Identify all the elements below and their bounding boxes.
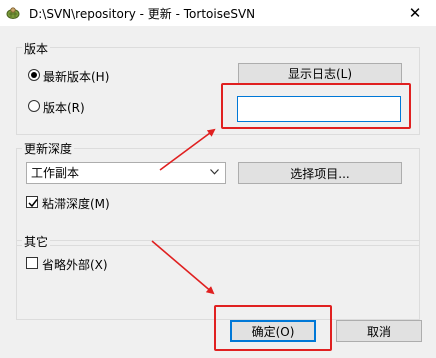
annotation-arrows <box>151 128 216 295</box>
annotation-arrow-down <box>151 240 215 295</box>
annotation-arrow-up <box>159 128 216 171</box>
